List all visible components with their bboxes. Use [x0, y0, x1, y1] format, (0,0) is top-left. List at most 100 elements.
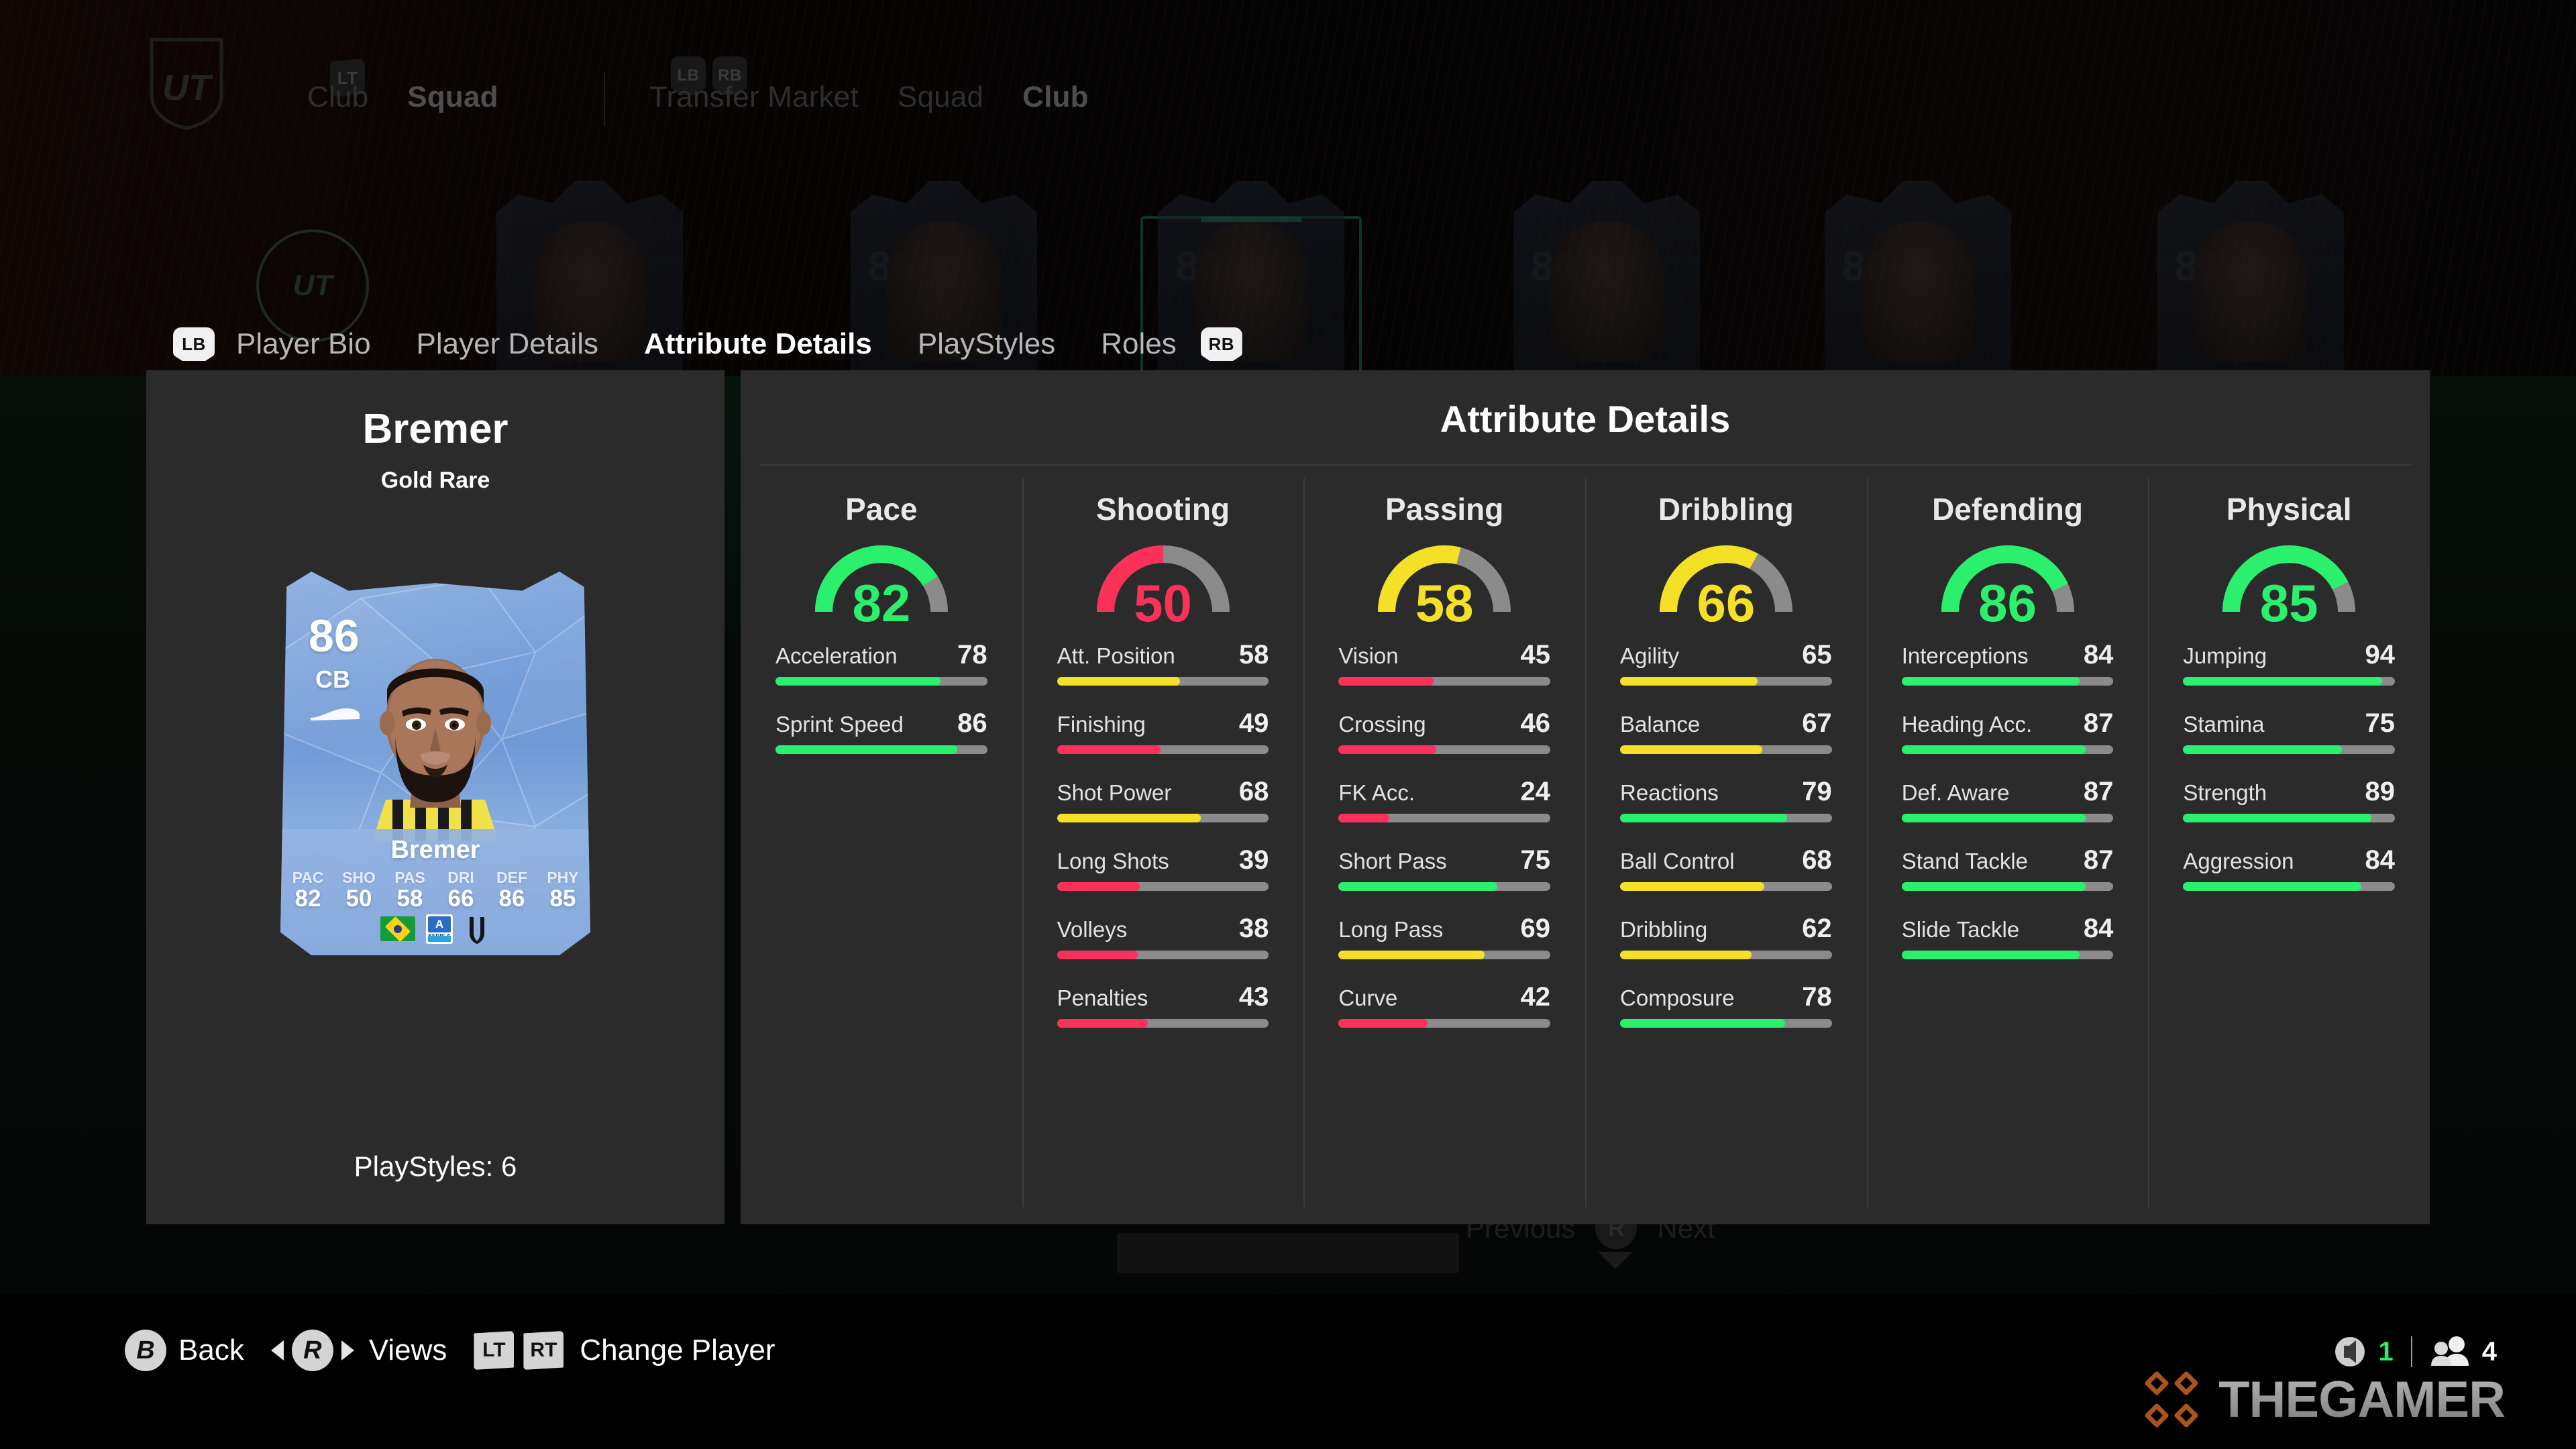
- mic-count: 1: [2378, 1336, 2394, 1366]
- column-heading: Physical: [2226, 492, 2352, 527]
- attribute-row: Stand Tackle 87: [1901, 845, 2114, 891]
- attribute-value: 46: [1520, 708, 1551, 738]
- nav-separator: [604, 72, 605, 126]
- stat-value: 50: [345, 885, 372, 912]
- attribute-row: Slide Tackle 84: [1901, 914, 2114, 959]
- stat-key: DEF: [496, 869, 527, 886]
- attribute-value: 68: [1238, 777, 1269, 806]
- attribute-value: 49: [1238, 708, 1269, 738]
- attribute-bar-fill: [1057, 1019, 1148, 1028]
- attribute-bar-fill: [1057, 882, 1140, 891]
- gauge-value: 58: [1415, 574, 1474, 633]
- attribute-label: Def. Aware: [1901, 780, 2010, 805]
- attribute-row: Heading Acc. 87: [1901, 708, 2114, 754]
- tab-player-bio[interactable]: Player Bio: [236, 327, 371, 361]
- app-root: UT LT LB RB Club Squad Transfer Market S…: [0, 0, 2576, 1449]
- attribute-label: Agility: [1620, 643, 1680, 668]
- player-card[interactable]: 86 CB Bremer PAC 82 SHO 50 PAS 58 DRI 66…: [280, 572, 590, 955]
- attribute-bar-fill: [1901, 677, 2080, 686]
- attribute-row: Ball Control 68: [1620, 845, 1832, 891]
- attribute-label: Strength: [2183, 780, 2267, 805]
- attribute-label: Slide Tackle: [1901, 917, 2020, 942]
- attribute-label: Penalties: [1057, 985, 1148, 1010]
- attribute-bar-fill: [2183, 814, 2372, 822]
- attribute-row: Composure 78: [1620, 982, 1832, 1028]
- attribute-row: Crossing 46: [1338, 708, 1551, 754]
- button-hints: B Back R Views LT RT Change Player: [125, 1330, 775, 1371]
- attribute-bar-fill: [2183, 882, 2361, 891]
- attribute-row: Stamina 75: [2183, 708, 2396, 754]
- hint-change-player[interactable]: LT RT Change Player: [474, 1331, 775, 1370]
- attribute-label: Shot Power: [1057, 780, 1172, 805]
- attribute-bar-fill: [1338, 1019, 1428, 1028]
- attribute-bar-fill: [2183, 745, 2343, 754]
- card-rating: 86: [309, 610, 360, 661]
- column-heading: Passing: [1385, 492, 1504, 527]
- juventus-club-icon: [464, 914, 490, 944]
- arrow-right-icon: [341, 1340, 354, 1360]
- attribute-value: 78: [1802, 982, 1832, 1012]
- attribute-row: Att. Position 58: [1057, 640, 1269, 686]
- attribute-bar-fill: [775, 745, 958, 754]
- nav-item-club-left[interactable]: Club: [307, 80, 368, 114]
- hint-views[interactable]: R Views: [270, 1330, 447, 1371]
- lb-bumper-icon[interactable]: LB: [173, 327, 215, 361]
- tab-playstyles[interactable]: PlayStyles: [918, 327, 1055, 361]
- attribute-value: 45: [1520, 640, 1551, 669]
- tab-player-details[interactable]: Player Details: [417, 327, 598, 361]
- svg-text:UT: UT: [162, 68, 213, 108]
- title-divider: [759, 464, 2411, 466]
- attribute-value: 65: [1802, 640, 1832, 669]
- nav-item-squad-left[interactable]: Squad: [407, 80, 498, 114]
- attribute-bar-track: [1057, 882, 1269, 891]
- rb-bumper-icon[interactable]: RB: [1200, 327, 1242, 361]
- card-stat-dri: DRI 66: [440, 869, 482, 912]
- attribute-row: Curve 42: [1338, 982, 1551, 1028]
- attribute-label: Composure: [1620, 985, 1735, 1010]
- attribute-row: FK Acc. 24: [1338, 777, 1551, 822]
- gauge-value: 85: [2259, 574, 2318, 633]
- nav-group-primary: Club Squad: [307, 80, 498, 114]
- attribute-bar-track: [1057, 745, 1269, 754]
- card-footer: Bremer PAC 82 SHO 50 PAS 58 DRI 66 DEF 8…: [280, 829, 590, 955]
- attribute-bar-fill: [775, 677, 941, 686]
- page-title: Attribute Details: [1440, 398, 1731, 440]
- attribute-value: 38: [1238, 914, 1269, 943]
- boot-icon: [307, 703, 361, 723]
- attribute-row-list: Vision 45 Crossing 46 FK Acc. 24 Short Pass 75 L…: [1338, 640, 1551, 1028]
- column-heading: Defending: [1932, 492, 2083, 527]
- attribute-row: Dribbling 62: [1620, 914, 1832, 959]
- attribute-bar-track: [1901, 745, 2114, 754]
- attribute-row: Volleys 38: [1057, 914, 1269, 959]
- attribute-label: Reactions: [1620, 780, 1719, 805]
- tab-attribute-details[interactable]: Attribute Details: [644, 327, 872, 361]
- card-stat-sho: SHO 50: [338, 869, 380, 912]
- attribute-bar-track: [1057, 814, 1269, 822]
- top-navigation: UT LT LB RB Club Squad Transfer Market S…: [0, 0, 2576, 195]
- card-position: CB: [315, 665, 350, 693]
- attribute-row: Vision 45: [1338, 640, 1551, 686]
- attribute-row: Shot Power 68: [1057, 777, 1269, 822]
- stat-value: 58: [396, 885, 423, 912]
- attribute-value: 84: [2365, 845, 2396, 875]
- attribute-value: 67: [1802, 708, 1832, 738]
- hint-back[interactable]: B Back: [125, 1330, 244, 1371]
- attribute-bar-track: [1620, 882, 1832, 891]
- attribute-label: Heading Acc.: [1901, 712, 2033, 737]
- column-heading: Dribbling: [1658, 492, 1794, 527]
- attribute-column-dribbling: Dribbling 66 Agility 65 Balance 67 Reactions 79…: [1585, 468, 1867, 1224]
- attribute-bar-track: [1338, 1019, 1551, 1028]
- nav-item-transfer-market[interactable]: Transfer Market: [649, 80, 859, 114]
- attribute-row-list: Agility 65 Balance 67 Reactions 79 Ball Contro…: [1620, 640, 1832, 1028]
- tab-roles[interactable]: Roles: [1101, 327, 1177, 361]
- nav-item-squad[interactable]: Squad: [898, 80, 983, 114]
- stat-key: DRI: [447, 869, 474, 886]
- card-badges: A SERIE A: [280, 914, 590, 944]
- card-stats-row: PAC 82 SHO 50 PAS 58 DRI 66 DEF 86 PHY 8…: [280, 869, 590, 912]
- attribute-bar-fill: [1338, 814, 1390, 822]
- attribute-bar-track: [775, 677, 987, 686]
- card-stat-phy: PHY 85: [542, 869, 584, 912]
- nav-item-club[interactable]: Club: [1022, 80, 1089, 114]
- attribute-bar-track: [1057, 677, 1269, 686]
- playstyles-count: PlayStyles: 6: [354, 1150, 517, 1182]
